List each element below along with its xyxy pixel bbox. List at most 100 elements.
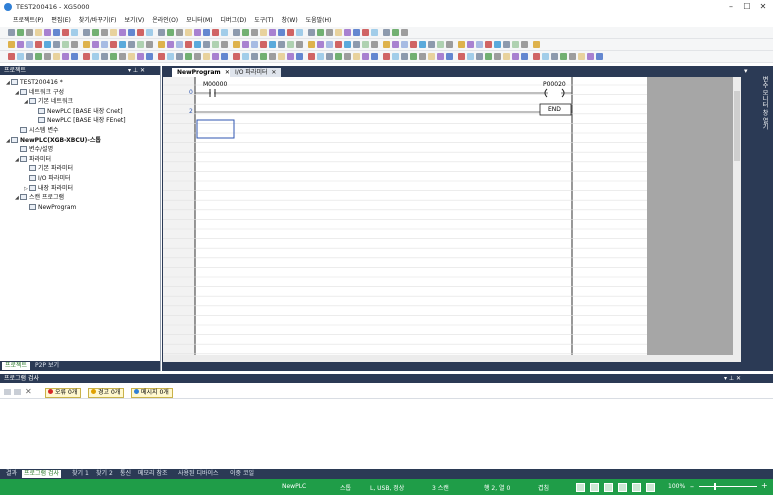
tree-item[interactable]: 변수/설명 bbox=[15, 146, 53, 154]
toolbar-button-icon[interactable] bbox=[287, 29, 294, 36]
toolbar-button-icon[interactable] bbox=[221, 53, 228, 60]
toolbar-button-icon[interactable] bbox=[71, 41, 78, 48]
toolbar-button-icon[interactable] bbox=[521, 41, 528, 48]
close-button[interactable]: ✕ bbox=[756, 2, 770, 12]
toolbar-button-icon[interactable] bbox=[503, 53, 510, 60]
toolbar-button-icon[interactable] bbox=[503, 41, 510, 48]
toolbar-button-icon[interactable] bbox=[128, 29, 135, 36]
tab-io-parameter[interactable]: I/O 파라미터 ✕ bbox=[230, 68, 282, 77]
toolbar-button-icon[interactable] bbox=[269, 53, 276, 60]
toolbar-button-icon[interactable] bbox=[401, 41, 408, 48]
tab-project[interactable]: 프로젝트 bbox=[2, 362, 31, 370]
toolbar-button-icon[interactable] bbox=[71, 53, 78, 60]
toolbar-button-icon[interactable] bbox=[308, 41, 315, 48]
tab-newprogram[interactable]: NewProgram ✕ bbox=[172, 68, 235, 77]
toolbar-button-icon[interactable] bbox=[92, 53, 99, 60]
toolbar-button-icon[interactable] bbox=[308, 29, 315, 36]
tab-used-devices[interactable]: 사용된 디바이스 bbox=[176, 470, 221, 478]
toolbar-button-icon[interactable] bbox=[62, 29, 69, 36]
program-check-results[interactable] bbox=[0, 398, 773, 470]
panel-controls[interactable]: ▾ ⊥ ✕ bbox=[128, 66, 145, 75]
toolbar-button-icon[interactable] bbox=[512, 53, 519, 60]
toolbar-button-icon[interactable] bbox=[146, 53, 153, 60]
toolbar-button-icon[interactable] bbox=[542, 53, 549, 60]
toolbar-button-icon[interactable] bbox=[17, 41, 24, 48]
toolbar-button-icon[interactable] bbox=[185, 29, 192, 36]
toolbar-button-icon[interactable] bbox=[8, 53, 15, 60]
toolbar-button-icon[interactable] bbox=[371, 29, 378, 36]
toolbar-button-icon[interactable] bbox=[401, 53, 408, 60]
toolbar-button-icon[interactable] bbox=[437, 53, 444, 60]
close-icon[interactable]: ✕ bbox=[271, 69, 276, 76]
toolbar-button-icon[interactable] bbox=[335, 41, 342, 48]
toolbar-button-icon[interactable] bbox=[203, 41, 210, 48]
view-icon[interactable] bbox=[618, 483, 627, 492]
toolbar-button-icon[interactable] bbox=[296, 53, 303, 60]
toolbar-button-icon[interactable] bbox=[419, 41, 426, 48]
toolbar-button-icon[interactable] bbox=[194, 41, 201, 48]
toolbar-button-icon[interactable] bbox=[35, 41, 42, 48]
ladder-diagram[interactable]: 0 M00000 P00020 2 END bbox=[163, 77, 741, 362]
toolbar-button-icon[interactable] bbox=[437, 41, 444, 48]
toolbar-button-icon[interactable] bbox=[194, 29, 201, 36]
toolbar-button-icon[interactable] bbox=[410, 41, 417, 48]
toolbar-button-icon[interactable] bbox=[317, 29, 324, 36]
toolbar-button-icon[interactable] bbox=[119, 41, 126, 48]
toolbar-button-icon[interactable] bbox=[317, 53, 324, 60]
toolbar-button-icon[interactable] bbox=[83, 29, 90, 36]
toolbar-button-icon[interactable] bbox=[242, 41, 249, 48]
toolbar-button-icon[interactable] bbox=[596, 53, 603, 60]
tab-find-1[interactable]: 찾기 1 bbox=[70, 470, 91, 478]
toolbar-button-icon[interactable] bbox=[578, 53, 585, 60]
toolbar-button-icon[interactable] bbox=[278, 41, 285, 48]
toolbar-button-icon[interactable] bbox=[8, 29, 15, 36]
toolbar-button-icon[interactable] bbox=[410, 53, 417, 60]
toolbar-button-icon[interactable] bbox=[44, 29, 51, 36]
toolbar-button-icon[interactable] bbox=[428, 41, 435, 48]
toolbar-button-icon[interactable] bbox=[137, 53, 144, 60]
tree-item[interactable]: 시스템 변수 bbox=[15, 127, 59, 135]
zoom-slider[interactable] bbox=[699, 486, 757, 487]
toolbar-button-icon[interactable] bbox=[260, 41, 267, 48]
toolbar-button-icon[interactable] bbox=[146, 29, 153, 36]
toolbar-button-icon[interactable] bbox=[326, 41, 333, 48]
toolbar-button-icon[interactable] bbox=[362, 53, 369, 60]
tree-item[interactable]: ◢ 기본 네트워크 bbox=[24, 98, 73, 106]
toolbar-button-icon[interactable] bbox=[92, 29, 99, 36]
tree-item[interactable]: ◢ 스캔 프로그램 bbox=[15, 194, 64, 202]
toolbar-button-icon[interactable] bbox=[158, 29, 165, 36]
toolbar-button-icon[interactable] bbox=[212, 29, 219, 36]
toolbar-button-icon[interactable] bbox=[251, 29, 258, 36]
toolbar-button-icon[interactable] bbox=[401, 29, 408, 36]
toolbar-button-icon[interactable] bbox=[176, 29, 183, 36]
toolbar-button-icon[interactable] bbox=[176, 53, 183, 60]
toolbar-button-icon[interactable] bbox=[110, 41, 117, 48]
toolbar-button-icon[interactable] bbox=[428, 53, 435, 60]
toolbar-button-icon[interactable] bbox=[533, 53, 540, 60]
error-count-badge[interactable]: 오류 0개 bbox=[45, 388, 82, 398]
tree-item[interactable]: ◢ NewPLC(XGB-XBCU)-스톱 bbox=[6, 136, 101, 145]
toolbar-button-icon[interactable] bbox=[419, 53, 426, 60]
tree-item[interactable]: 기본 파라미터 bbox=[24, 165, 73, 173]
toolbar-button-icon[interactable] bbox=[137, 29, 144, 36]
toolbar-button-icon[interactable] bbox=[326, 29, 333, 36]
zoom-slider-thumb[interactable] bbox=[714, 483, 716, 490]
tab-find-2[interactable]: 찾기 2 bbox=[94, 470, 115, 478]
tree-item[interactable]: ◢ 네트워크 구성 bbox=[15, 88, 64, 97]
toolbar-button-icon[interactable] bbox=[53, 53, 60, 60]
tab-program-check[interactable]: 프로그램 검사 bbox=[22, 470, 62, 478]
tab-memory-reference[interactable]: 메모리 참조 bbox=[136, 470, 170, 478]
zoom-in-button[interactable]: + bbox=[761, 481, 768, 490]
toolbar-button-icon[interactable] bbox=[494, 53, 501, 60]
toolbar-button-icon[interactable] bbox=[62, 41, 69, 48]
tree-item[interactable]: ◢ 파라미터 bbox=[15, 155, 51, 164]
toolbar-button-icon[interactable] bbox=[17, 53, 24, 60]
horizontal-scrollbar[interactable] bbox=[163, 355, 733, 362]
toolbar-button-icon[interactable] bbox=[17, 29, 24, 36]
scrollbar-thumb[interactable] bbox=[734, 91, 740, 161]
toolbar-button-icon[interactable] bbox=[167, 53, 174, 60]
toolbar-button-icon[interactable] bbox=[335, 53, 342, 60]
toolbar-button-icon[interactable] bbox=[233, 41, 240, 48]
clear-icon[interactable]: ✕ bbox=[25, 387, 32, 396]
message-count-badge[interactable]: 메시지 0개 bbox=[131, 388, 173, 398]
